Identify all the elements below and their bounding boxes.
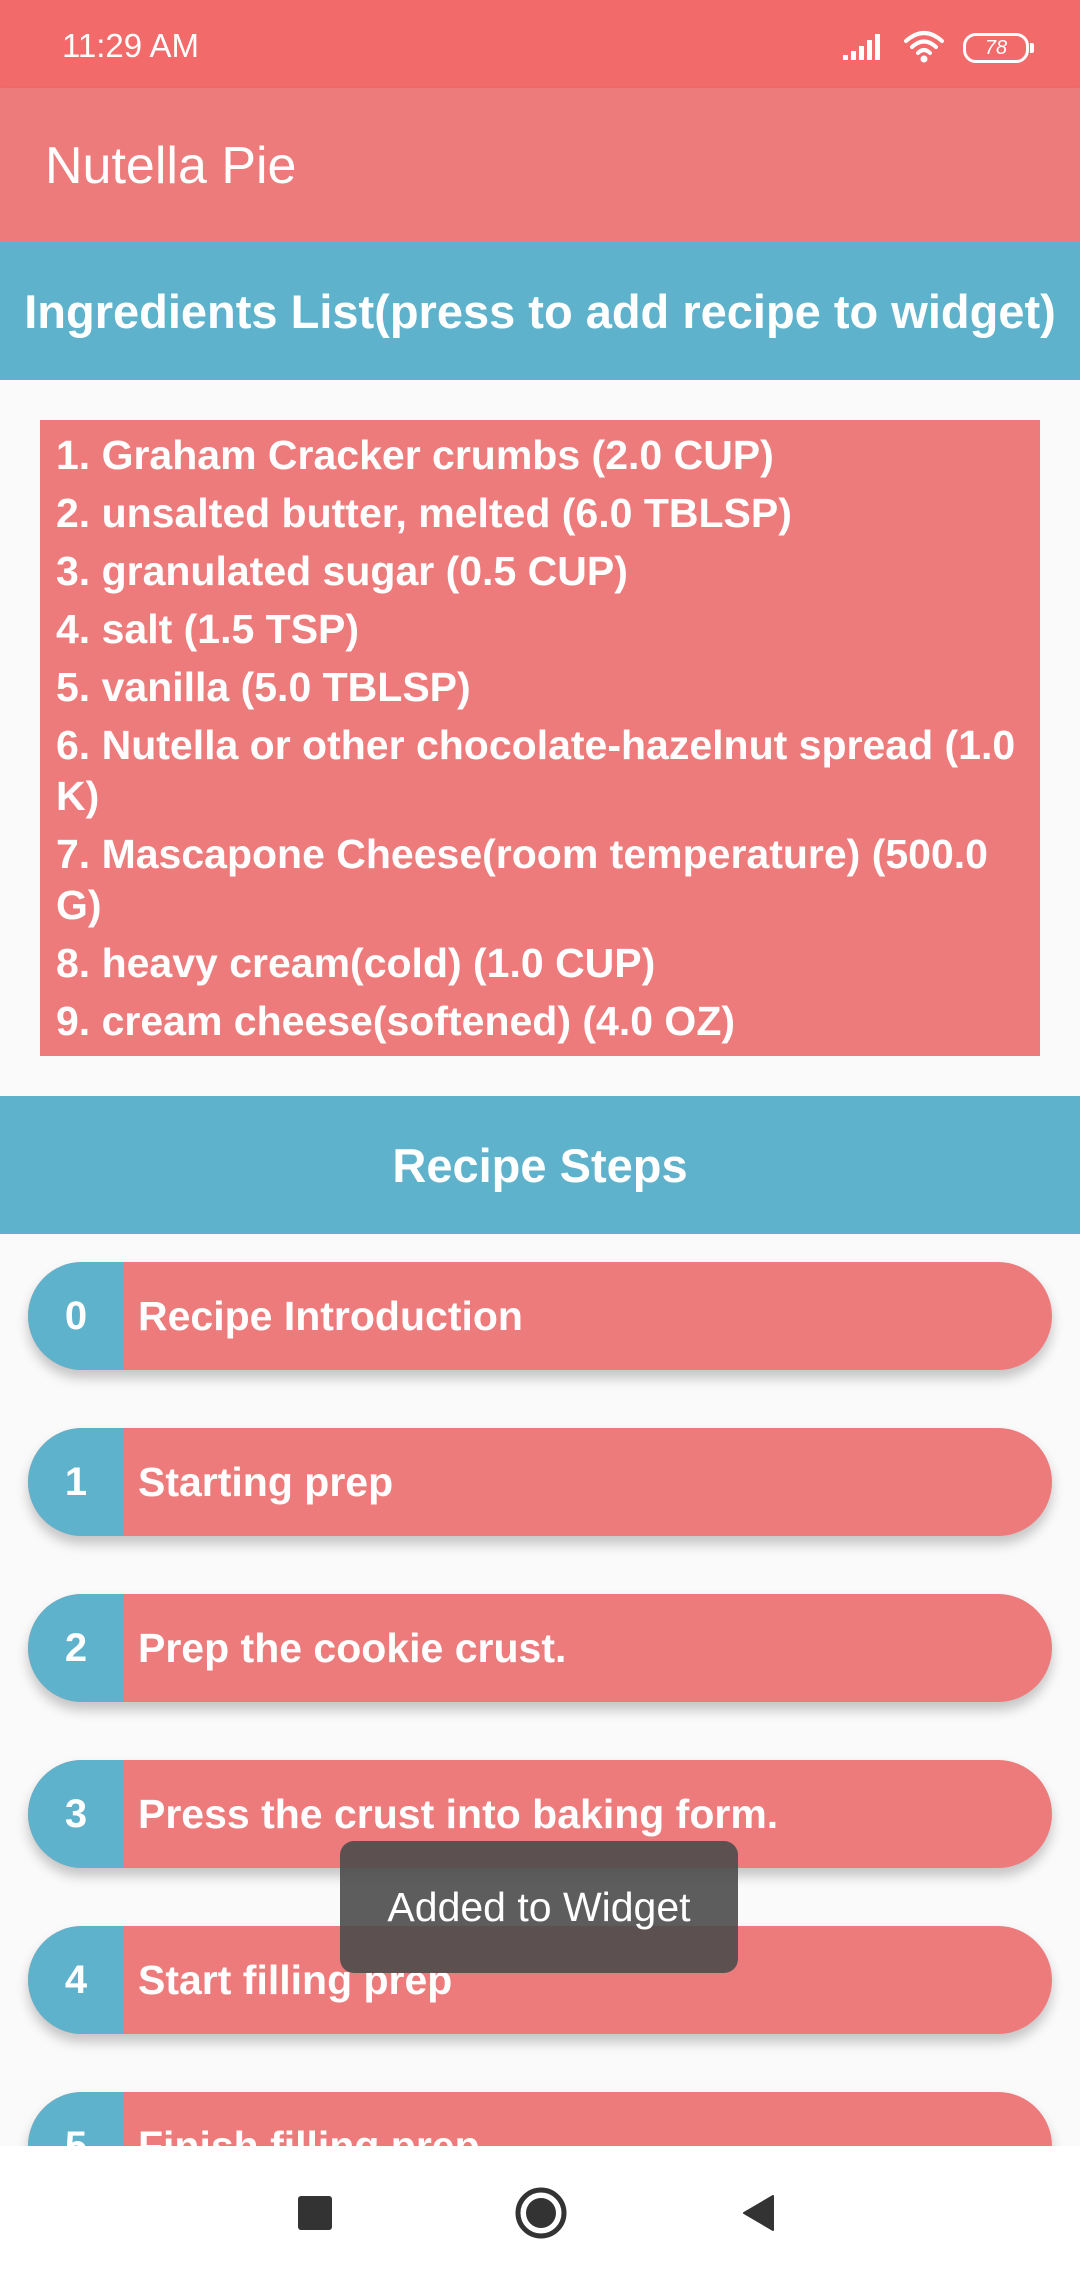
battery-tip <box>1030 43 1034 53</box>
step-label: Press the crust into baking form. <box>138 1790 779 1837</box>
ingredient-item: 5. vanilla (5.0 TBLSP) <box>56 664 471 710</box>
navigation-bar <box>0 2146 1080 2280</box>
step-number: 2 <box>28 1594 124 1702</box>
step-item-5[interactable]: 5 Finish filling prep <box>28 2092 1052 2146</box>
recents-square-icon[interactable] <box>284 2182 346 2244</box>
home-circle-icon[interactable] <box>510 2182 572 2244</box>
status-bar: 11:29 AM 78 <box>0 0 1080 88</box>
steps-list: 0 Recipe Introduction 1 Starting prep 2 … <box>0 1232 1080 2146</box>
back-triangle-icon[interactable] <box>728 2182 790 2244</box>
ingredient-item: 3. granulated sugar (0.5 CUP) <box>56 548 628 594</box>
ingredients-list: 1. Graham Cracker crumbs (2.0 CUP) 2. un… <box>40 420 1040 1056</box>
step-item-0[interactable]: 0 Recipe Introduction <box>28 1262 1052 1370</box>
step-number: 1 <box>28 1428 124 1536</box>
recipe-steps-header: Recipe Steps <box>0 1096 1080 1234</box>
ingredient-item: 7. Mascapone Cheese(room temperature) (5… <box>56 831 988 928</box>
step-label: Finish filling prep <box>138 2122 480 2147</box>
app-bar: Nutella Pie <box>0 88 1080 242</box>
battery-level: 78 <box>963 33 1029 63</box>
step-number: 5 <box>28 2092 124 2146</box>
ingredient-item: 6. Nutella or other chocolate-hazelnut s… <box>56 722 1016 819</box>
ingredient-item: 9. cream cheese(softened) (4.0 OZ) <box>56 998 736 1044</box>
battery-icon: 78 <box>963 33 1034 63</box>
ingredient-item: 8. heavy cream(cold) (1.0 CUP) <box>56 940 656 986</box>
step-label: Recipe Introduction <box>138 1292 523 1339</box>
step-label: Prep the cookie crust. <box>138 1624 567 1671</box>
ingredient-item: 2. unsalted butter, melted (6.0 TBLSP) <box>56 490 792 536</box>
step-item-1[interactable]: 1 Starting prep <box>28 1428 1052 1536</box>
step-item-2[interactable]: 2 Prep the cookie crust. <box>28 1594 1052 1702</box>
ingredients-header-button[interactable]: Ingredients List(press to add recipe to … <box>0 242 1080 380</box>
step-label: Starting prep <box>138 1458 394 1505</box>
ingredient-item: 4. salt (1.5 TSP) <box>56 606 360 652</box>
status-time: 11:29 AM <box>62 27 199 64</box>
ingredient-item: 1. Graham Cracker crumbs (2.0 CUP) <box>56 432 774 478</box>
signal-icon <box>841 31 885 66</box>
step-number: 3 <box>28 1760 124 1868</box>
step-number: 0 <box>28 1262 124 1370</box>
step-number: 4 <box>28 1926 124 2034</box>
status-icons: 78 <box>841 30 1034 66</box>
toast-message: Added to Widget <box>340 1841 738 1973</box>
wifi-icon <box>903 29 945 68</box>
page-title: Nutella Pie <box>45 137 297 195</box>
